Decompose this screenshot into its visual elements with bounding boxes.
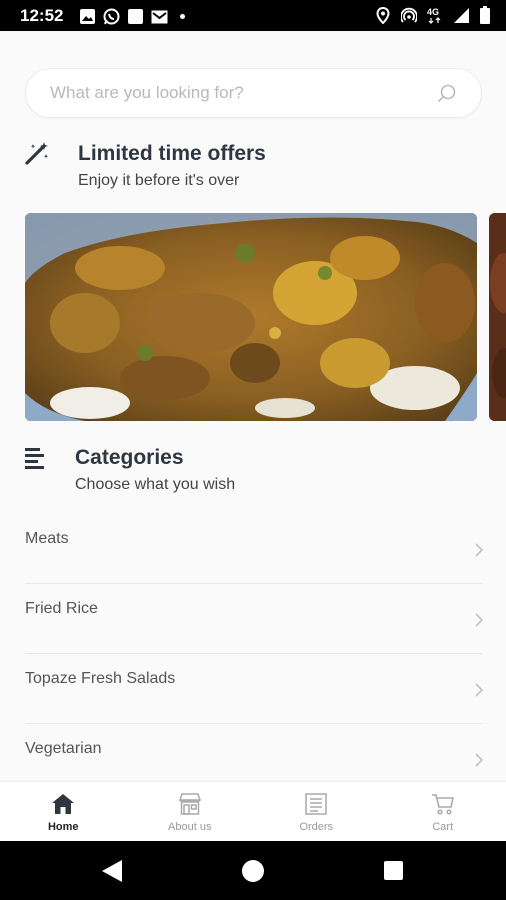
home-icon	[52, 794, 75, 814]
food-photo	[25, 213, 477, 421]
search-icon[interactable]	[437, 83, 457, 103]
nav-about-us[interactable]: About us	[127, 782, 254, 842]
offers-title: Limited time offers	[78, 142, 266, 165]
home-button-icon[interactable]	[242, 860, 264, 882]
categories-title: Categories	[75, 446, 184, 469]
whatsapp-icon	[103, 8, 120, 25]
nav-cart[interactable]: Cart	[380, 782, 506, 842]
battery-icon	[480, 6, 490, 24]
category-item-fried-rice[interactable]: Fried Rice	[25, 584, 484, 654]
category-item-meats[interactable]: Meats	[25, 514, 484, 584]
chevron-right-icon	[475, 543, 484, 557]
bottom-navigation: Home About us Orders Cart	[0, 781, 506, 841]
nav-label: Cart	[432, 821, 454, 833]
offer-banner-image[interactable]	[25, 213, 477, 421]
search-input[interactable]	[50, 69, 430, 117]
magic-wand-icon	[25, 142, 49, 165]
hotspot-icon	[401, 7, 417, 23]
gmail-icon	[151, 10, 168, 23]
chevron-right-icon	[475, 683, 484, 697]
chevron-right-icon	[475, 613, 484, 627]
nav-orders[interactable]: Orders	[253, 782, 380, 842]
nav-label: About us	[168, 821, 212, 833]
category-item-topaze-fresh-salads[interactable]: Topaze Fresh Salads	[25, 654, 484, 724]
status-system-icons: 4G	[375, 6, 490, 24]
recent-apps-icon[interactable]	[384, 861, 403, 880]
svg-text:4G: 4G	[427, 7, 439, 17]
image-icon	[80, 9, 95, 24]
status-bar: 12:52 4G	[0, 0, 506, 31]
category-label: Topaze Fresh Salads	[25, 670, 176, 687]
category-label: Vegetarian	[25, 740, 102, 757]
offers-subtitle: Enjoy it before it's over	[78, 172, 240, 189]
location-icon	[376, 6, 390, 24]
status-notification-icons	[80, 8, 185, 25]
status-time: 12:52	[20, 6, 64, 25]
store-icon	[178, 793, 201, 815]
chevron-right-icon	[475, 753, 484, 767]
categories-subtitle: Choose what you wish	[75, 476, 236, 493]
system-navigation-bar	[0, 841, 506, 900]
category-label: Meats	[25, 530, 69, 547]
list-icon	[25, 448, 44, 469]
nav-home[interactable]: Home	[0, 782, 127, 842]
signal-icon	[454, 7, 469, 23]
offer-banner-next-peek[interactable]	[489, 213, 506, 421]
nav-label: Orders	[299, 821, 334, 833]
back-icon[interactable]	[102, 860, 122, 882]
dot-icon	[180, 14, 185, 19]
search-bar[interactable]	[25, 68, 482, 118]
orders-icon	[305, 793, 327, 815]
4g-icon: 4G	[427, 7, 441, 24]
nav-label: Home	[47, 821, 79, 833]
category-label: Fried Rice	[25, 600, 98, 617]
notification-square-icon	[128, 9, 143, 24]
cart-icon	[431, 794, 454, 815]
